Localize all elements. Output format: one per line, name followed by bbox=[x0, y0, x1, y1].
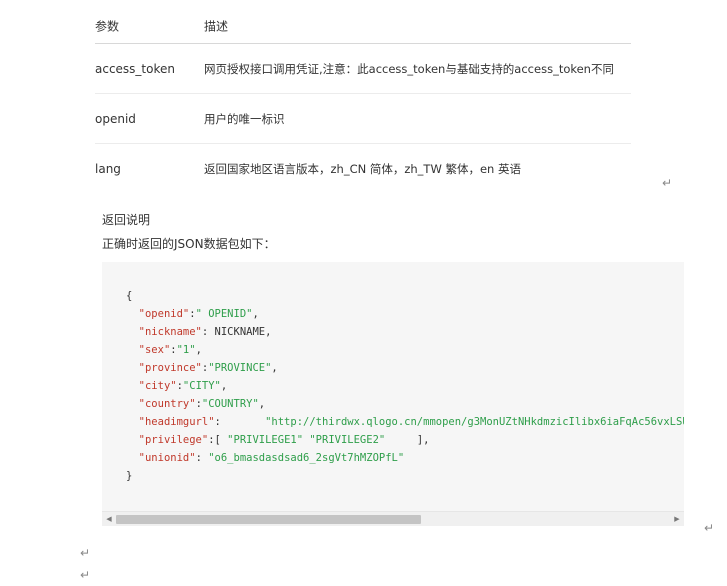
code-value: "PROVINCE" bbox=[208, 362, 272, 374]
param-desc: 用户的唯一标识 bbox=[204, 111, 285, 126]
code-value: "COUNTRY" bbox=[201, 398, 259, 410]
param-name: access_token bbox=[95, 61, 175, 76]
code-separator: :[ bbox=[208, 434, 228, 446]
table-row: openid 用户的唯一标识 bbox=[95, 94, 631, 144]
paragraph-return-icon: ↵ bbox=[662, 176, 673, 190]
code-key: "nickname" bbox=[138, 326, 202, 338]
code-value: "http://thirdwx.qlogo.cn/mmopen/g3MonUZt… bbox=[265, 416, 684, 428]
header-param: 参数 bbox=[95, 19, 120, 34]
code-separator: : bbox=[201, 326, 215, 338]
code-end: , bbox=[271, 362, 278, 374]
code-separator: : bbox=[214, 416, 266, 428]
code-block[interactable]: { "openid": " OPENID", "nickname": NICKNA… bbox=[102, 262, 684, 526]
scroll-thumb[interactable] bbox=[116, 515, 421, 524]
paragraph-return-icon: ↵ bbox=[80, 546, 91, 560]
param-desc: 网页授权接口调用凭证,注意：此access_token与基础支持的access_… bbox=[204, 61, 614, 76]
table-row: lang 返回国家地区语言版本，zh_CN 简体，zh_TW 繁体，en 英语 bbox=[95, 144, 631, 193]
code-key: "headimgurl" bbox=[138, 416, 215, 428]
section-subtitle: 正确时返回的JSON数据包如下： bbox=[102, 237, 276, 251]
param-desc: 返回国家地区语言版本，zh_CN 简体，zh_TW 繁体，en 英语 bbox=[204, 161, 522, 176]
document-page: 参数 描述 access_token 网页授权接口调用凭证,注意：此access… bbox=[0, 0, 727, 586]
param-name: lang bbox=[95, 161, 121, 176]
code-open-brace: { bbox=[126, 290, 133, 302]
code-value: "o6_bmasdasdsad6_2sgVt7hMZOPfL" bbox=[208, 452, 405, 464]
scroll-left-arrow-icon[interactable]: ◀ bbox=[102, 512, 116, 526]
table-header: 参数 描述 bbox=[95, 8, 631, 44]
code-content: { "openid": " OPENID", "nickname": NICKNA… bbox=[126, 287, 684, 485]
code-key: "country" bbox=[138, 398, 196, 410]
code-end: , bbox=[220, 380, 228, 392]
code-key: "privilege" bbox=[138, 434, 209, 446]
code-close-brace: } bbox=[126, 470, 133, 482]
code-value: " OPENID" bbox=[195, 308, 253, 320]
code-value: "CITY" bbox=[182, 380, 221, 392]
horizontal-scrollbar[interactable]: ◀ ▶ bbox=[102, 511, 684, 526]
code-key: "city" bbox=[138, 380, 177, 392]
scroll-right-arrow-icon[interactable]: ▶ bbox=[670, 512, 684, 526]
code-end: , bbox=[252, 308, 259, 320]
code-key: "sex" bbox=[138, 344, 171, 356]
code-separator: : bbox=[195, 452, 209, 464]
code-value: NICKNAME bbox=[214, 326, 266, 338]
code-value: "PRIVILEGE1" "PRIVILEGE2" bbox=[227, 434, 386, 446]
param-name: openid bbox=[95, 111, 136, 126]
code-end: , bbox=[258, 398, 266, 410]
paragraph-return-icon: ↵ bbox=[704, 521, 715, 535]
code-key: "openid" bbox=[138, 308, 190, 320]
code-end: ], bbox=[385, 434, 430, 446]
code-key: "province" bbox=[138, 362, 202, 374]
paragraph-return-icon: ↵ bbox=[80, 568, 91, 582]
code-end: , bbox=[265, 326, 272, 338]
parameter-table: 参数 描述 access_token 网页授权接口调用凭证,注意：此access… bbox=[95, 8, 631, 193]
code-end: , bbox=[195, 344, 202, 356]
header-desc: 描述 bbox=[204, 19, 229, 34]
code-value: "1" bbox=[176, 344, 196, 356]
table-row: access_token 网页授权接口调用凭证,注意：此access_token… bbox=[95, 44, 631, 94]
code-key: "unionid" bbox=[138, 452, 196, 464]
section-title: 返回说明 bbox=[102, 213, 151, 227]
